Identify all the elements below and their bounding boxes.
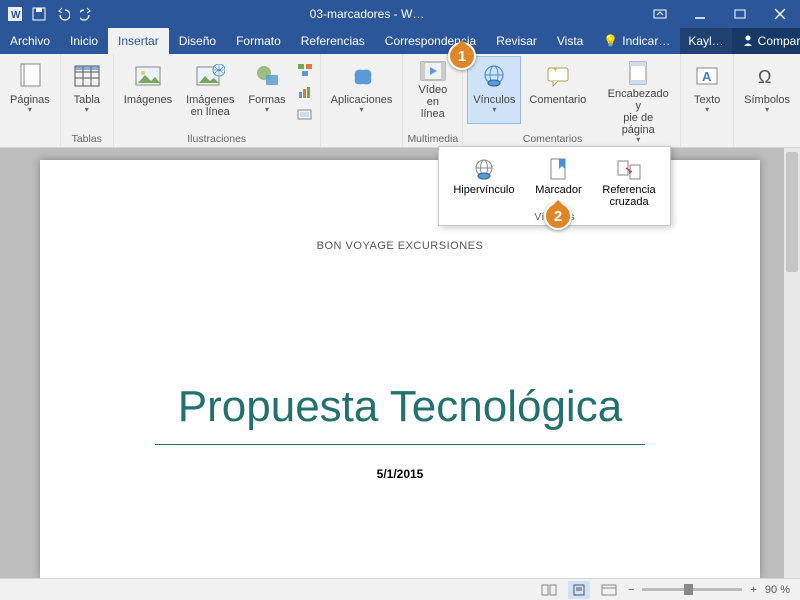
tell-me-label: Indicar… — [622, 34, 670, 48]
picture-icon — [132, 60, 164, 92]
encabezado-label: Encabezado y pie de página — [606, 88, 670, 136]
textbox-icon: A — [691, 60, 723, 92]
web-layout-icon[interactable] — [598, 581, 620, 599]
referencia-item[interactable]: Referencia cruzada — [597, 153, 660, 211]
svg-text:Ω: Ω — [758, 67, 771, 87]
video-icon — [417, 60, 449, 82]
comment-icon: ✦ — [542, 60, 574, 92]
tab-vista[interactable]: Vista — [547, 28, 593, 54]
shapes-icon — [251, 60, 283, 92]
link-icon — [478, 60, 510, 92]
svg-text:W: W — [11, 10, 21, 21]
chart-icon[interactable] — [294, 82, 316, 102]
hipervinculo-label: Hipervínculo — [453, 184, 514, 196]
tablas-group-label: Tablas — [65, 131, 109, 147]
tell-me[interactable]: 💡 Indicar… — [593, 28, 680, 54]
tabla-button[interactable]: Tabla▾ — [65, 56, 109, 124]
group-label — [600, 131, 676, 147]
save-icon[interactable] — [32, 7, 46, 21]
share-button[interactable]: Compartir — [732, 28, 800, 54]
comentario-button[interactable]: ✦ Comentario — [523, 56, 592, 124]
menubar: Archivo Inicio Insertar Diseño Formato R… — [0, 28, 800, 54]
multimedia-group-label: Multimedia — [407, 131, 458, 147]
zoom-value[interactable]: 90 % — [765, 584, 790, 596]
ribbon-options-icon[interactable] — [640, 0, 680, 28]
hyperlink-icon — [468, 156, 500, 184]
zoom-slider[interactable] — [642, 588, 742, 591]
undo-icon[interactable] — [56, 7, 70, 21]
user-menu[interactable]: Kayl… — [680, 28, 731, 54]
share-label: Compartir — [758, 34, 800, 48]
group-label — [738, 131, 796, 147]
table-icon — [71, 60, 103, 92]
omega-icon: Ω — [751, 60, 783, 92]
doc-date: 5/1/2015 — [100, 467, 700, 481]
document-area: BON VOYAGE EXCURSIONES Propuesta Tecnoló… — [0, 148, 800, 578]
doc-title: Propuesta Tecnológica — [100, 382, 700, 432]
svg-text:A: A — [702, 69, 712, 84]
simbolos-button[interactable]: Ω Símbolos▾ — [738, 56, 796, 124]
smartart-icon[interactable] — [294, 60, 316, 80]
minimize-icon[interactable] — [680, 0, 720, 28]
person-icon — [742, 34, 754, 49]
imagenes-button[interactable]: Imágenes — [118, 56, 178, 124]
imagenes-linea-label: Imágenes en línea — [186, 94, 234, 118]
print-layout-icon[interactable] — [568, 581, 590, 599]
zoom-out-icon[interactable]: − — [628, 584, 634, 596]
vertical-scrollbar[interactable] — [784, 148, 800, 578]
close-icon[interactable] — [760, 0, 800, 28]
user-label: Kayl… — [688, 34, 723, 48]
referencia-label: Referencia cruzada — [602, 184, 655, 208]
bookmark-icon — [542, 156, 574, 184]
tab-diseno[interactable]: Diseño — [169, 28, 226, 54]
zoom-in-icon[interactable]: + — [750, 584, 756, 596]
maximize-icon[interactable] — [720, 0, 760, 28]
page-icon — [14, 60, 46, 92]
formas-button[interactable]: Formas▾ — [242, 56, 291, 124]
comentarios-group-label: Comentarios — [467, 131, 592, 147]
callout-2: 2 — [544, 202, 572, 230]
encabezado-button[interactable]: Encabezado y pie de página▾ — [600, 56, 676, 124]
ilustraciones-group-label: Ilustraciones — [118, 131, 316, 147]
svg-text:✦: ✦ — [552, 65, 559, 74]
lightbulb-icon: 💡 — [603, 34, 618, 48]
doc-rule — [155, 444, 645, 445]
group-label — [685, 131, 729, 147]
paginas-button[interactable]: Páginas▾ — [4, 56, 56, 124]
redo-icon[interactable] — [80, 7, 94, 21]
statusbar: − + 90 % — [0, 578, 800, 600]
zoom-thumb[interactable] — [684, 584, 692, 595]
scroll-thumb[interactable] — [786, 152, 798, 272]
apps-icon — [346, 60, 378, 92]
header-footer-icon — [622, 60, 654, 86]
texto-button[interactable]: A Texto▾ — [685, 56, 729, 124]
read-mode-icon[interactable] — [538, 581, 560, 599]
aplicaciones-button[interactable]: Aplicaciones▾ — [325, 56, 399, 124]
screenshot-icon[interactable] — [294, 104, 316, 124]
tab-insertar[interactable]: Insertar — [108, 28, 169, 54]
group-label — [4, 131, 56, 147]
titlebar: W 03-marcadores - W… — [0, 0, 800, 28]
video-button[interactable]: Vídeo en línea — [407, 56, 458, 124]
crossref-icon — [613, 156, 645, 184]
doc-header: BON VOYAGE EXCURSIONES — [100, 240, 700, 252]
video-label: Vídeo en línea — [413, 84, 452, 120]
vinculos-button[interactable]: Vínculos▾ — [467, 56, 521, 124]
hipervinculo-item[interactable]: Hipervínculo — [448, 153, 519, 211]
ribbon: Páginas▾ Tabla▾ Tablas Imágenes Imágenes… — [0, 54, 800, 148]
tab-inicio[interactable]: Inicio — [60, 28, 108, 54]
tab-archivo[interactable]: Archivo — [0, 28, 60, 54]
tab-formato[interactable]: Formato — [226, 28, 291, 54]
imagenes-label: Imágenes — [124, 94, 172, 106]
group-label — [325, 131, 399, 147]
imagenes-linea-button[interactable]: Imágenes en línea — [180, 56, 240, 124]
document-title: 03-marcadores - W… — [94, 7, 640, 21]
online-picture-icon — [194, 60, 226, 92]
tab-revisar[interactable]: Revisar — [486, 28, 547, 54]
word-icon: W — [8, 7, 22, 21]
comentario-label: Comentario — [529, 94, 586, 106]
tab-referencias[interactable]: Referencias — [291, 28, 375, 54]
callout-1: 1 — [448, 42, 476, 70]
